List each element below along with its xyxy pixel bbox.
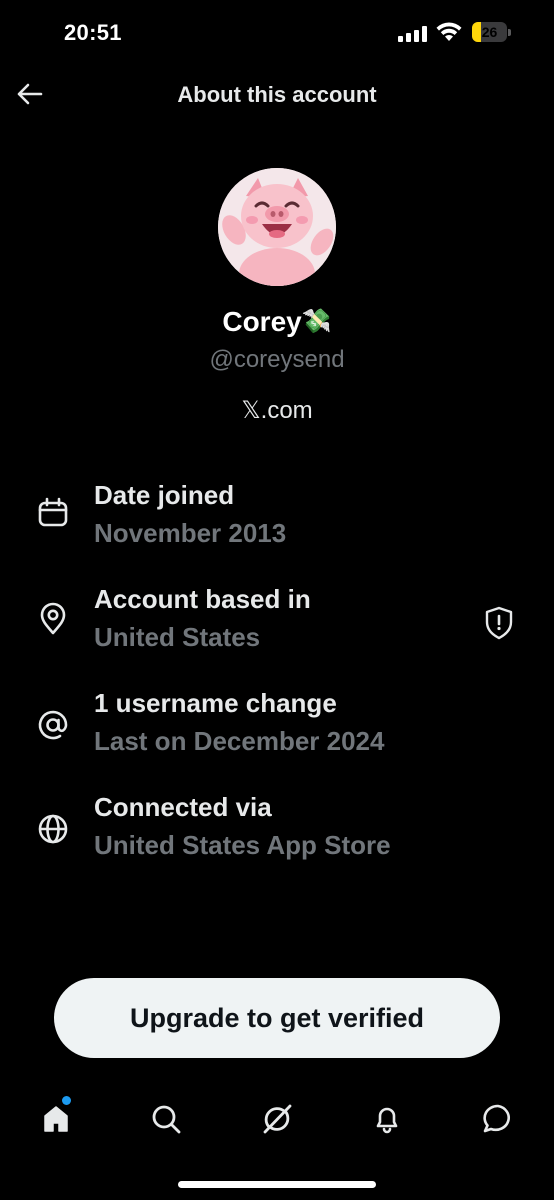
cellular-signal-icon (398, 26, 428, 42)
calendar-icon (38, 497, 68, 527)
home-icon (44, 1106, 68, 1132)
info-row-account-based-in: Account based in United States (0, 584, 554, 664)
battery-level: 26 (481, 24, 498, 40)
shield-icon[interactable] (484, 606, 514, 640)
info-row-username-change: 1 username change Last on December 2024 (0, 688, 554, 768)
home-indicator (178, 1181, 376, 1188)
nav-search[interactable] (146, 1099, 186, 1139)
pig-avatar (218, 168, 336, 286)
grok-icon (263, 1104, 292, 1134)
nav-home[interactable] (36, 1099, 76, 1139)
info-row-connected-via: Connected via United States App Store (0, 792, 554, 872)
info-value: United States (94, 622, 261, 652)
info-title: 1 username change (94, 688, 337, 718)
page-title: About this account (177, 82, 377, 107)
site-label: 𝕏.com (241, 397, 313, 424)
upgrade-to-verified-button[interactable]: Upgrade to get verified (54, 978, 500, 1058)
info-value: November 2013 (94, 518, 287, 548)
wifi-icon (436, 22, 462, 41)
location-pin-icon (40, 602, 66, 635)
bell-icon (376, 1107, 398, 1134)
at-sign-icon (38, 710, 68, 740)
nav-notifications[interactable] (367, 1099, 407, 1139)
display-name: Corey💸 (0, 306, 554, 338)
display-name-text: Corey (222, 306, 302, 337)
username-handle: @coreysend (209, 346, 345, 373)
info-row-date-joined: Date joined November 2013 (0, 480, 554, 560)
nav-grok[interactable] (257, 1099, 297, 1139)
info-value: Last on December 2024 (94, 726, 385, 756)
nav-messages[interactable] (478, 1099, 518, 1139)
info-title: Date joined (94, 480, 235, 510)
bottom-nav (0, 1085, 554, 1155)
status-time: 20:51 (64, 20, 122, 45)
notification-dot (62, 1096, 71, 1105)
info-title: Connected via (94, 792, 272, 822)
globe-icon (38, 814, 68, 844)
info-title: Account based in (94, 584, 311, 614)
search-icon (152, 1105, 181, 1134)
battery-indicator: 26 (472, 22, 512, 42)
avatar[interactable] (218, 168, 336, 286)
info-value: United States App Store (94, 830, 391, 860)
messages-icon (483, 1104, 510, 1133)
page-header: About this account (0, 66, 554, 122)
money-wings-emoji: 💸 (301, 308, 332, 335)
status-bar: 20:51 26 (0, 0, 554, 66)
